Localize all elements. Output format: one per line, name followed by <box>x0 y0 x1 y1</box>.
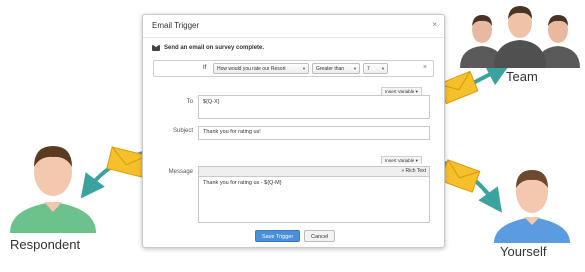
close-icon[interactable]: × <box>432 20 437 29</box>
message-label: Message <box>168 169 193 175</box>
message-insert-variable-button[interactable]: Insert Variable ▾ <box>381 156 422 164</box>
send-email-row: Send an email on survey complete. <box>152 45 264 51</box>
chevron-down-icon: ▾ <box>415 158 418 163</box>
to-insert-variable-button[interactable]: Insert Variable ▾ <box>381 87 422 95</box>
if-label: If <box>203 65 207 71</box>
question-select[interactable]: How would you rate our Resort ▼ <box>213 63 309 74</box>
respondent-caption: Respondent <box>10 237 81 252</box>
subject-field[interactable]: Thank you for rating us! <box>198 126 430 140</box>
respondent-icon <box>6 140 100 233</box>
condition-row: If How would you rate our Resort ▼ Great… <box>153 60 434 77</box>
operator-select-value: Greater than <box>316 66 345 72</box>
dialog-title: Email Trigger <box>152 21 200 30</box>
send-email-label: Send an email on survey complete. <box>164 45 265 51</box>
title-divider <box>143 37 444 38</box>
to-insert-variable-label: Insert Variable <box>385 89 415 94</box>
to-field[interactable]: ${Q-X} <box>198 95 430 119</box>
operator-select[interactable]: Greater than ▼ <box>312 63 360 74</box>
chevron-down-icon: ▼ <box>302 66 306 71</box>
team-caption: Team <box>506 69 538 84</box>
question-select-value: How would you rate our Resort <box>217 66 286 72</box>
message-toolbar: » Rich Text <box>198 166 430 176</box>
value-select[interactable]: 7 ▼ <box>363 63 388 74</box>
remove-condition-icon[interactable]: × <box>423 64 427 71</box>
illustration: Team Respondent Yourself Email Trigger ×… <box>0 0 585 272</box>
save-trigger-button[interactable]: Save Trigger <box>255 230 301 242</box>
chevron-down-icon: ▼ <box>353 66 357 71</box>
email-trigger-dialog: Email Trigger × Send an email on survey … <box>142 14 445 248</box>
message-insert-variable-label: Insert Variable <box>385 158 415 163</box>
team-icon <box>458 6 582 68</box>
yourself-icon <box>490 167 574 243</box>
cancel-button[interactable]: Cancel <box>304 230 336 242</box>
email-icon <box>152 45 160 51</box>
chevron-down-icon: ▾ <box>415 89 418 94</box>
to-label: To <box>186 99 193 105</box>
yourself-caption: Yourself <box>500 244 547 259</box>
value-select-value: 7 <box>367 66 370 72</box>
rich-text-toggle[interactable]: » Rich Text <box>401 168 426 174</box>
subject-label: Subject <box>172 128 193 134</box>
chevron-down-icon: ▼ <box>381 66 385 71</box>
message-field[interactable]: Thank you for rating us - ${Q-M} <box>198 176 430 223</box>
